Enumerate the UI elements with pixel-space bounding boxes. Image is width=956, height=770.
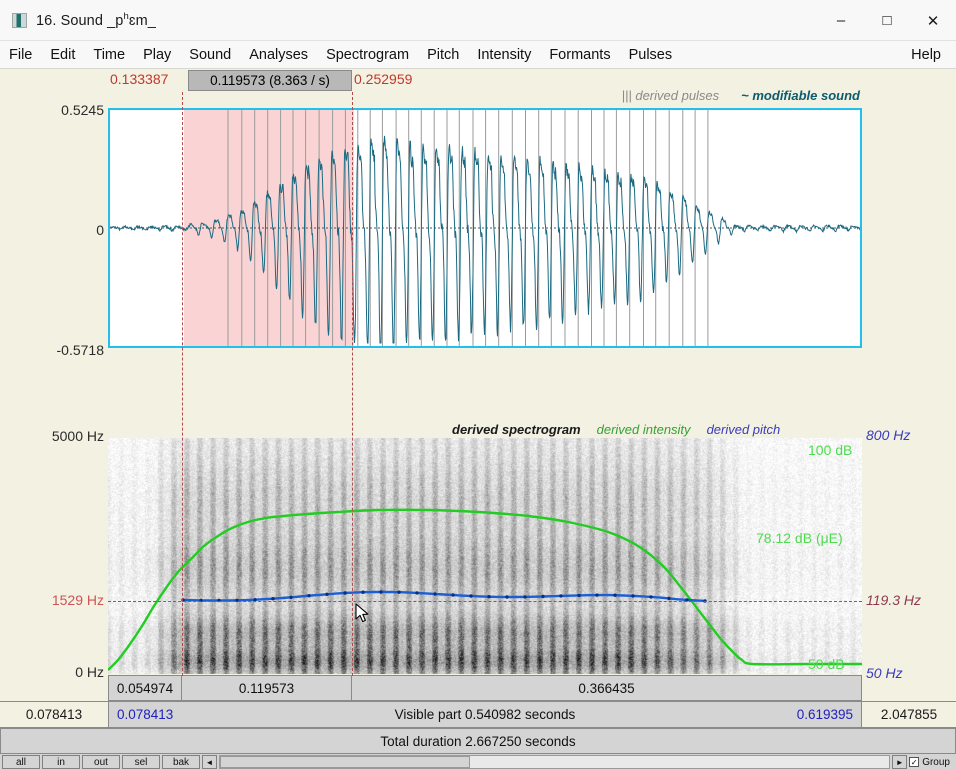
legend-derived-intensity[interactable]: derived intensity — [597, 422, 691, 437]
waveform-axis-zero: 0 — [96, 222, 104, 238]
intensity-axis-min[interactable]: 50 dB — [808, 656, 845, 672]
spectrogram-axis-max: 5000 Hz — [51, 428, 104, 444]
menu-item-help[interactable]: Help — [902, 45, 950, 65]
selection-duration-button[interactable]: 0.119573 (8.363 / s) — [188, 70, 352, 91]
window-title-prefix: 16. Sound _p — [36, 12, 124, 29]
menu-item-spectrogram[interactable]: Spectrogram — [317, 45, 418, 65]
zoom-toolbar: all in out sel bak ◄ ► ✓ Group — [0, 754, 956, 770]
waveform-axis-max: 0.5245 — [61, 102, 104, 118]
waveform-panel[interactable] — [108, 108, 862, 348]
spectrogram-axis-min: 0 Hz — [75, 664, 104, 680]
mouse-cursor — [355, 603, 369, 623]
zoom-back-button[interactable]: bak — [162, 755, 200, 769]
visible-window-bar[interactable]: 0.078413 Visible part 0.540982 seconds 0… — [108, 701, 862, 728]
selection-end-time[interactable]: 0.252959 — [354, 71, 412, 87]
total-duration-bar[interactable]: Total duration 2.667250 seconds — [0, 728, 956, 754]
scrollbar-thumb[interactable] — [220, 756, 470, 768]
pitch-cursor-line — [108, 601, 862, 602]
spectrogram-legend: derived spectrogram derived intensity de… — [452, 422, 780, 437]
menu-item-pitch[interactable]: Pitch — [418, 45, 468, 65]
horizontal-scrollbar[interactable] — [219, 755, 891, 769]
menu-item-sound[interactable]: Sound — [180, 45, 240, 65]
zoom-all-button[interactable]: all — [2, 755, 40, 769]
pitch-cursor-value[interactable]: 119.3 Hz — [866, 592, 921, 608]
legend-derived-pitch[interactable]: derived pitch — [707, 422, 781, 437]
pitch-axis-max[interactable]: 800 Hz — [866, 427, 910, 443]
menu-item-file[interactable]: File — [0, 45, 41, 65]
minimize-icon[interactable]: – — [818, 0, 864, 41]
menu-item-time[interactable]: Time — [84, 45, 134, 65]
scroll-right-icon[interactable]: ► — [892, 755, 908, 769]
zoom-sel-button[interactable]: sel — [122, 755, 160, 769]
group-checkbox-container[interactable]: ✓ Group — [909, 757, 954, 768]
time-after-window[interactable]: 2.047855 — [862, 701, 956, 728]
intensity-curve — [108, 508, 862, 671]
ruler-segment-right[interactable]: 0.366435 — [351, 675, 862, 701]
pitch-axis-min[interactable]: 50 Hz — [866, 665, 903, 681]
menu-bar: File Edit Time Play Sound Analyses Spect… — [0, 41, 956, 69]
group-checkbox[interactable]: ✓ — [909, 757, 920, 767]
ruler-segment-left[interactable]: 0.054974 — [108, 675, 182, 701]
pitch-curve — [182, 590, 706, 603]
spectrogram-panel[interactable] — [108, 438, 862, 674]
window-title: 16. Sound _phɛm_ — [36, 11, 156, 29]
menu-item-play[interactable]: Play — [134, 45, 180, 65]
window-title-suffix: ɛm_ — [128, 12, 156, 29]
analysis-curves — [108, 508, 862, 671]
window-end-time[interactable]: 0.619395 — [797, 707, 853, 722]
status-row: 0.078413 0.078413 Visible part 0.540982 … — [0, 701, 956, 728]
spectrogram-cursor-freq[interactable]: 1529 Hz — [22, 592, 104, 608]
waveform-legend: ||| derived pulses ~ modifiable sound — [622, 88, 860, 103]
menu-item-analyses[interactable]: Analyses — [240, 45, 317, 65]
time-ruler: 0.054974 0.119573 0.366435 — [108, 675, 862, 701]
zoom-in-button[interactable]: in — [42, 755, 80, 769]
menu-item-formants[interactable]: Formants — [540, 45, 619, 65]
legend-derived-spectrogram[interactable]: derived spectrogram — [452, 422, 581, 437]
visible-part-label: Visible part 0.540982 seconds — [394, 707, 576, 722]
legend-modifiable-sound[interactable]: ~ modifiable sound — [741, 88, 860, 103]
ruler-segment-middle[interactable]: 0.119573 — [181, 675, 352, 701]
group-label: Group — [922, 756, 950, 768]
close-icon[interactable]: ✕ — [910, 0, 956, 41]
menu-item-edit[interactable]: Edit — [41, 45, 84, 65]
maximize-icon[interactable]: □ — [864, 0, 910, 41]
waveform-axis-min: -0.5718 — [56, 342, 104, 358]
menu-item-pulses[interactable]: Pulses — [620, 45, 682, 65]
scroll-left-icon[interactable]: ◄ — [202, 755, 217, 769]
waveform-plot — [110, 110, 860, 346]
selection-start-time[interactable]: 0.133387 — [110, 71, 168, 87]
selection-cursor-right[interactable] — [352, 92, 353, 676]
zoom-out-button[interactable]: out — [82, 755, 120, 769]
menu-item-intensity[interactable]: Intensity — [468, 45, 540, 65]
app-icon — [12, 12, 27, 28]
legend-derived-pulses[interactable]: ||| derived pulses — [622, 88, 720, 103]
selection-cursor-left[interactable] — [182, 92, 183, 676]
window-start-time[interactable]: 0.078413 — [117, 707, 173, 722]
intensity-axis-max[interactable]: 100 dB — [808, 442, 852, 458]
sound-editor-body: 0.133387 0.119573 (8.363 / s) 0.252959 0… — [0, 70, 956, 770]
window-controls: – □ ✕ — [818, 0, 956, 41]
window-title-bar: 16. Sound _phɛm_ – □ ✕ — [0, 0, 956, 41]
time-before-window[interactable]: 0.078413 — [0, 701, 108, 728]
intensity-value[interactable]: 78.12 dB (μE) — [756, 530, 843, 546]
